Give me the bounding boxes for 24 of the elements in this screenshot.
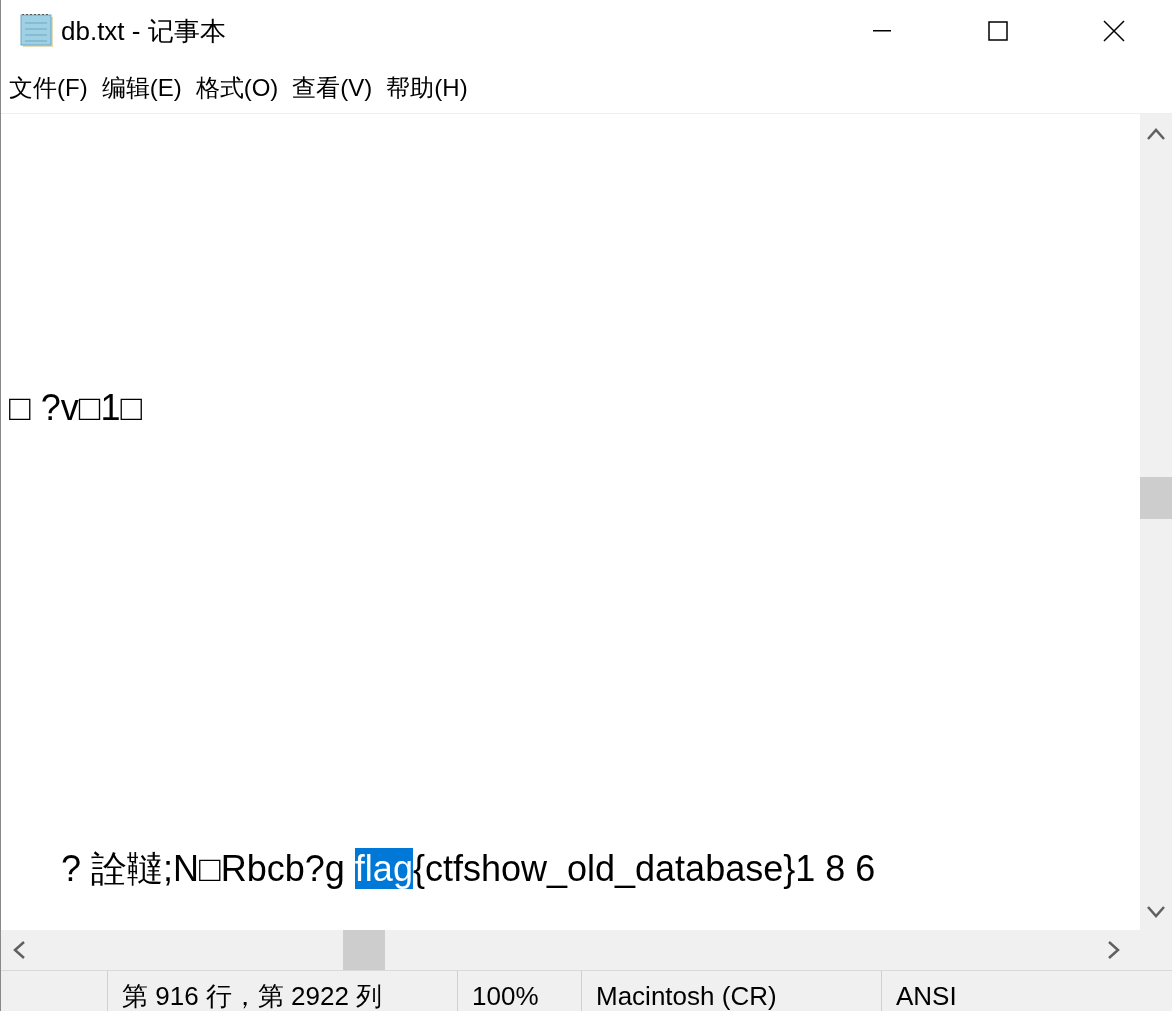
scroll-right-icon[interactable]	[1108, 941, 1120, 959]
status-text: Macintosh (CR)	[596, 981, 777, 1011]
scroll-thumb[interactable]	[1140, 477, 1172, 519]
text-line: □ ?v□1□	[9, 386, 143, 430]
menu-item[interactable]: 文件(F)	[9, 69, 88, 106]
status-text: ANSI	[896, 981, 957, 1011]
scroll-down-icon[interactable]	[1147, 906, 1165, 918]
status-text: 100%	[472, 981, 539, 1011]
close-icon	[1103, 20, 1125, 42]
menu-item[interactable]: 格式(O)	[195, 69, 279, 106]
status-text: 第 916 行，第 2922 列	[122, 981, 383, 1011]
maximize-icon	[988, 21, 1008, 41]
menu-item[interactable]: 查看(V)	[292, 69, 373, 106]
text-line: ? 詮韃;N□Rbcb?g flag{ctfshow_old_database}1 8 6	[61, 847, 876, 891]
vertical-scrollbar[interactable]	[1140, 114, 1172, 930]
scroll-left-icon[interactable]	[13, 941, 25, 959]
window-title: db.txt - 记事本	[61, 14, 226, 48]
horizontal-scrollbar[interactable]	[1, 930, 1140, 970]
menu-item[interactable]: 帮助(H)	[386, 69, 468, 106]
text-area[interactable]: □ ?v□1□ ? 詮韃;N□Rbcb?g flag{ctfshow_old_database}1 8 6	[1, 114, 1140, 930]
minimize-icon	[873, 30, 891, 32]
scroll-thumb[interactable]	[343, 930, 385, 970]
scroll-up-icon[interactable]	[1147, 128, 1165, 140]
menu-item[interactable]: 编辑(E)	[101, 69, 182, 106]
